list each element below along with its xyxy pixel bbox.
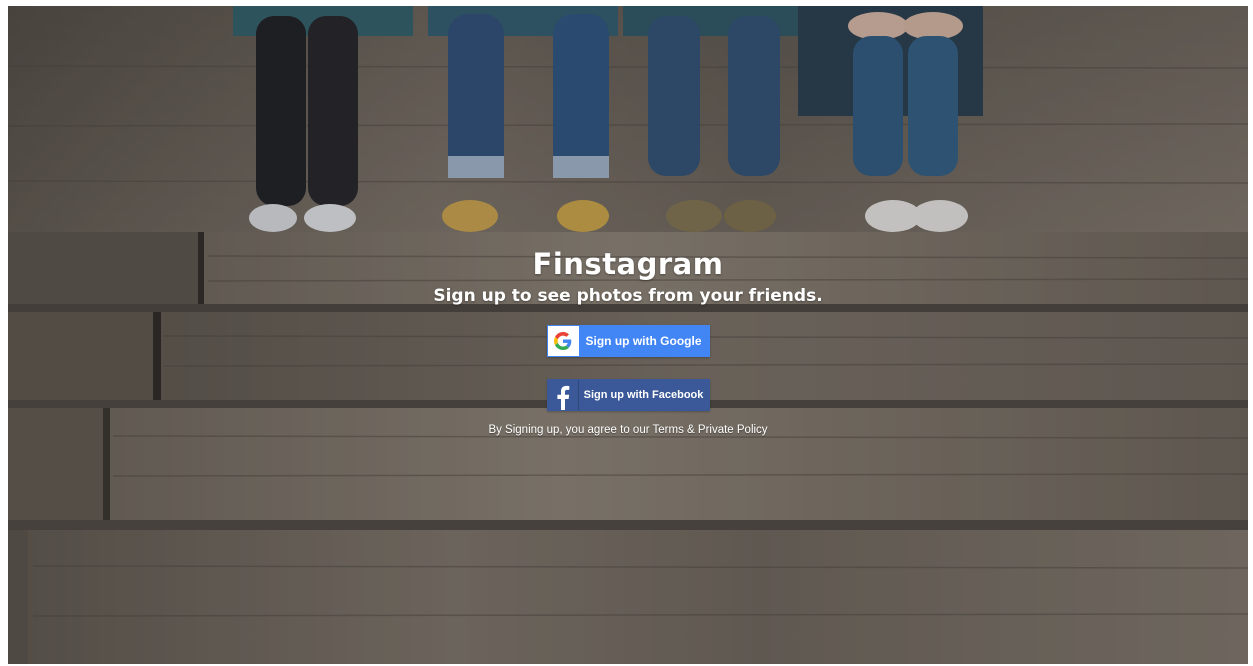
google-signup-label: Sign up with Google bbox=[585, 334, 702, 348]
facebook-signup-button[interactable]: Sign up with Facebook bbox=[546, 379, 710, 411]
signup-panel: Finstagram Sign up to see photos from yo… bbox=[8, 244, 1248, 436]
app-subtitle: Sign up to see photos from your friends. bbox=[433, 286, 823, 306]
google-signup-button[interactable]: Sign up with Google bbox=[546, 325, 710, 357]
app-title: Finstagram bbox=[532, 247, 724, 281]
facebook-f-icon bbox=[547, 380, 579, 410]
terms-notice[interactable]: By Signing up, you agree to our Terms & … bbox=[8, 424, 1248, 436]
facebook-signup-label: Sign up with Facebook bbox=[583, 389, 704, 401]
google-g-icon bbox=[547, 326, 579, 356]
page-background: Finstagram Sign up to see photos from yo… bbox=[8, 6, 1248, 664]
